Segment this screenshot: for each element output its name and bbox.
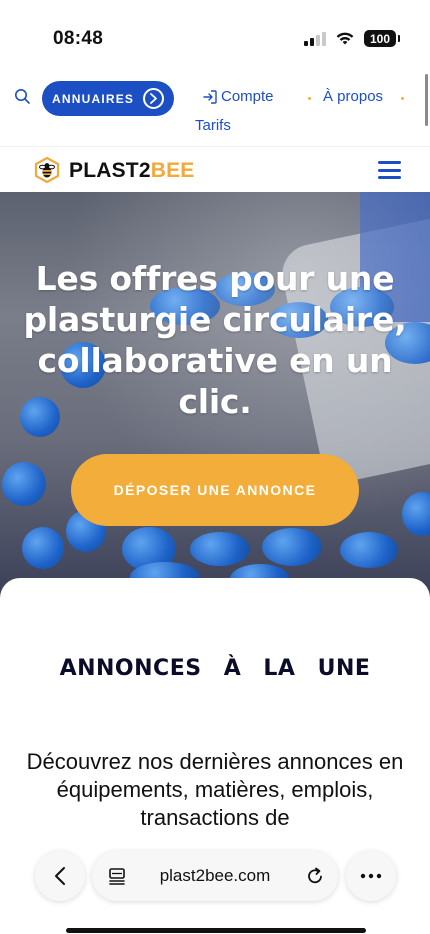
scrollbar[interactable] — [425, 74, 428, 126]
top-nav: ANNUAIRES Compte À propos Tarifs — [0, 70, 430, 146]
nav-separator-dot — [401, 97, 404, 100]
reload-icon[interactable] — [306, 866, 324, 885]
section-title: ANNONCES À LA UNE — [59, 656, 371, 681]
search-icon[interactable] — [14, 88, 31, 105]
signal-icon — [304, 31, 326, 46]
url-text: plast2bee.com — [159, 866, 271, 885]
back-button[interactable] — [35, 851, 85, 901]
home-indicator — [66, 928, 366, 933]
battery-indicator: 100 — [364, 30, 400, 47]
brand-name-dark: PLAST2 — [69, 159, 151, 182]
section-description: Découvrez nos dernières annonces en équi… — [26, 749, 404, 830]
hero-banner: Les offres pour une plasturgie circulair… — [0, 192, 430, 600]
brand-name-accent: BEE — [150, 159, 195, 182]
tarifs-link[interactable]: Tarifs — [195, 117, 231, 134]
brand-bar: PLAST2BEE — [0, 146, 430, 192]
status-time: 08:48 — [53, 28, 104, 49]
status-bar: 08:48 100 — [0, 0, 430, 70]
compte-link[interactable]: Compte — [202, 88, 274, 105]
hero-title: Les offres pour une plasturgie circulair… — [23, 259, 407, 421]
bee-logo-icon[interactable] — [33, 156, 61, 184]
more-icon — [360, 873, 382, 879]
back-icon — [55, 867, 65, 885]
wifi-icon — [336, 32, 354, 45]
compte-label: Compte — [221, 88, 274, 105]
browser-toolbar: plast2bee.com — [0, 840, 430, 934]
annuaires-label: ANNUAIRES — [52, 91, 135, 106]
status-icons: 100 — [304, 30, 400, 47]
login-icon — [203, 89, 217, 104]
chevron-right-circle-icon — [143, 88, 164, 109]
more-button[interactable] — [346, 851, 396, 901]
annuaires-button[interactable]: ANNUAIRES — [42, 81, 174, 116]
hamburger-menu-icon[interactable] — [378, 161, 401, 179]
address-bar[interactable]: plast2bee.com — [92, 851, 338, 901]
brand-logo-text[interactable]: PLAST2BEE — [69, 159, 195, 183]
deposer-annonce-button[interactable]: DÉPOSER UNE ANNONCE — [71, 454, 359, 526]
nav-separator-dot — [308, 97, 311, 100]
apropos-link[interactable]: À propos — [323, 88, 383, 105]
